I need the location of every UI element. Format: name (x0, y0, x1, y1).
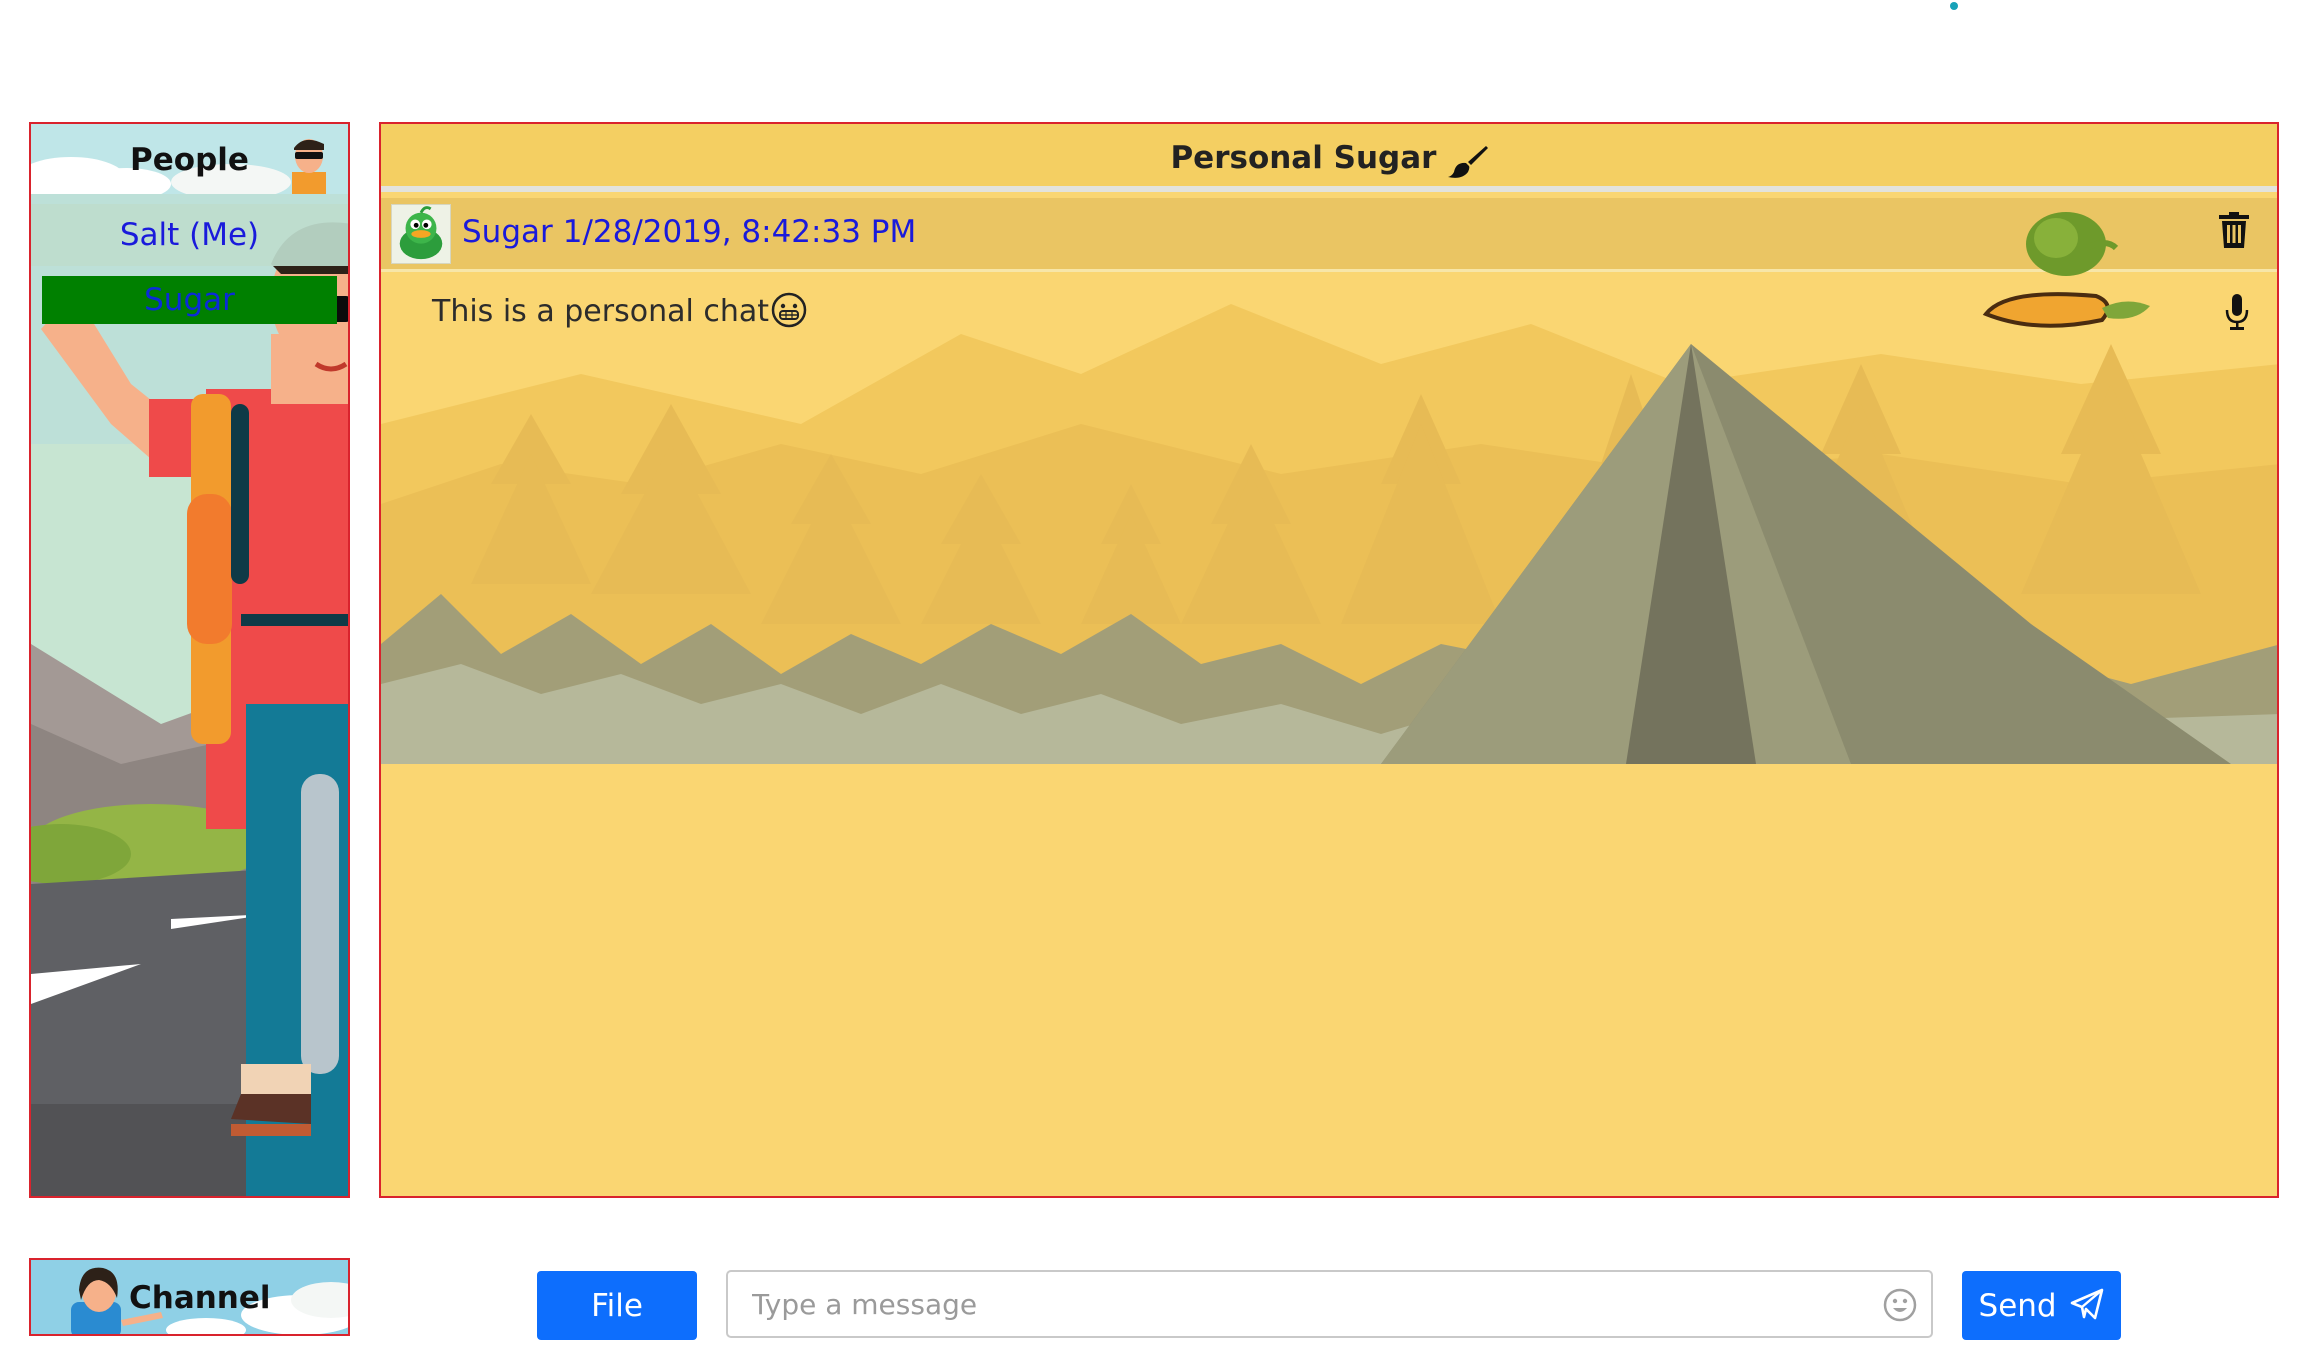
status-dot (1950, 2, 1958, 10)
send-button[interactable]: Send (1962, 1271, 2121, 1340)
people-header: People (31, 124, 348, 194)
people-item-salt-me[interactable]: Salt (Me) (31, 204, 348, 266)
message-author[interactable]: Sugar (462, 214, 553, 250)
duck-avatar (391, 204, 451, 264)
message-timestamp: 1/28/2019, 8:42:33 PM (562, 214, 917, 250)
paper-plane-icon (2071, 1288, 2104, 1320)
hiker-avatar-icon (292, 139, 326, 194)
chat-panel: Personal Sugar Sugar 1/28/2019, 8:42:33 P… (379, 122, 2279, 1198)
message-input-container (726, 1270, 1933, 1338)
microphone-icon[interactable] (2225, 294, 2249, 330)
people-item-sugar-selected[interactable]: Sugar (42, 276, 337, 324)
carrot-sticker (1982, 212, 2150, 328)
message-text: This is a personal chat (432, 292, 807, 329)
message-input[interactable] (728, 1272, 1931, 1336)
grinning-face-emoji-icon (771, 292, 807, 327)
smiley-icon[interactable] (1883, 1288, 1917, 1322)
chat-header: Personal Sugar (381, 124, 2277, 192)
channel-button[interactable]: Channel (29, 1258, 350, 1336)
channel-label: Channel (129, 1280, 271, 1316)
people-panel: People Salt (Me) Sugar (29, 122, 350, 1198)
file-upload-button[interactable]: File (537, 1271, 697, 1340)
send-label: Send (1978, 1287, 2057, 1324)
trash-icon[interactable] (2219, 212, 2249, 248)
message-meta: Sugar 1/28/2019, 8:42:33 PM (462, 214, 916, 250)
message-body: This is a personal chat (432, 294, 770, 329)
paintbrush-icon[interactable] (1447, 144, 1488, 178)
chat-title: Personal Sugar (1170, 140, 1437, 176)
